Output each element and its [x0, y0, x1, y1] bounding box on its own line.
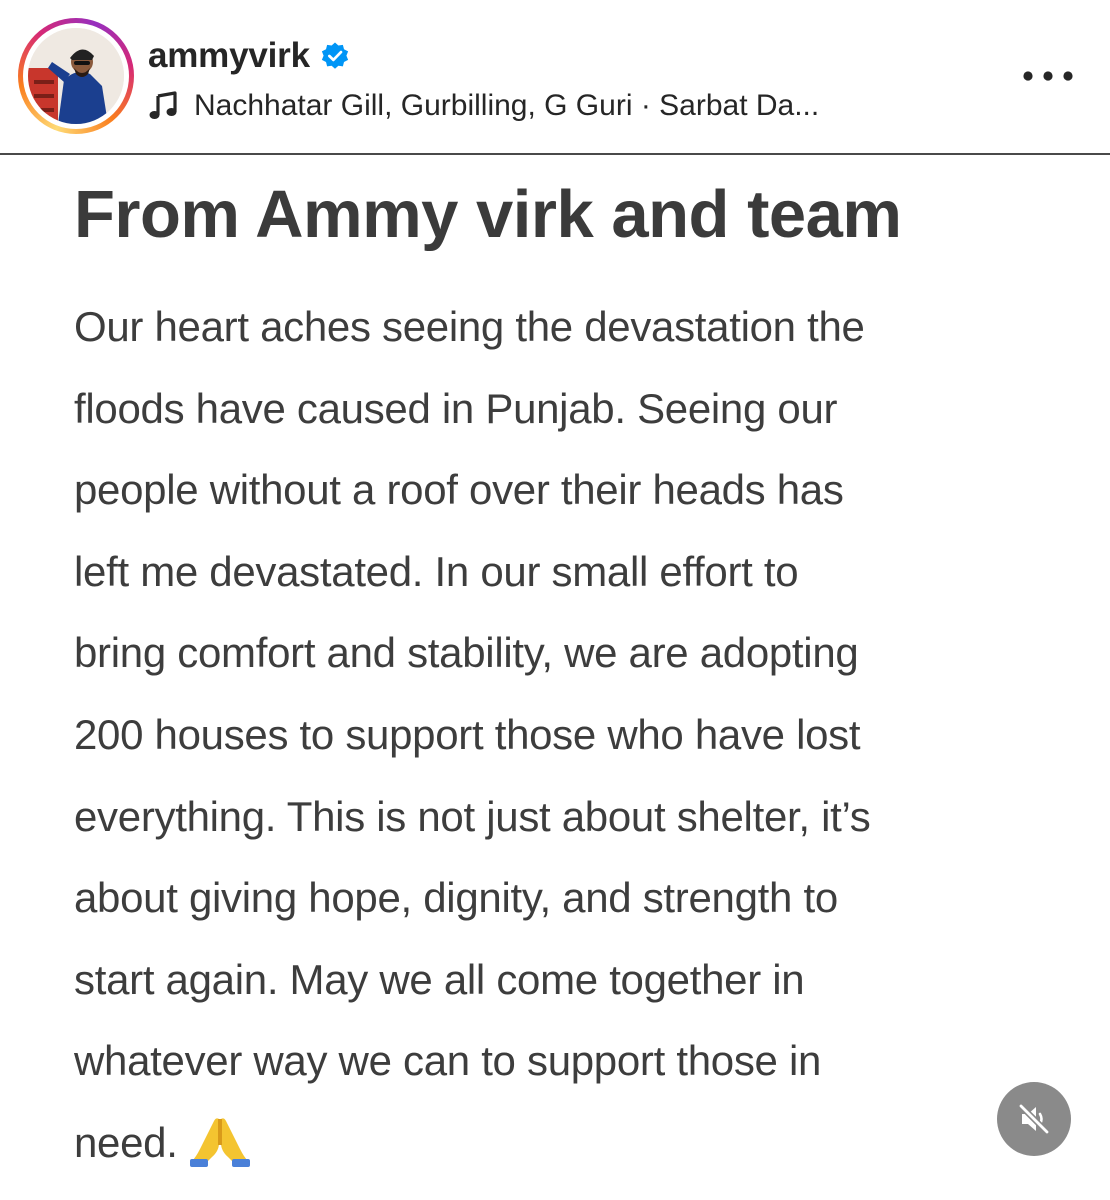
audio-track-label: Nachhatar Gill, Gurbilling, G Guri · Sar… — [194, 89, 820, 122]
story-ring[interactable] — [18, 18, 134, 134]
post-body-line: 200 houses to support those who have los… — [74, 710, 861, 758]
post-body-line: start again. May we all come together in — [74, 955, 805, 1003]
post-title: From Ammy virk and team — [74, 177, 902, 252]
instagram-post: ammyvirk Nachhatar Gill, Gurbilling, G G… — [0, 0, 1110, 1200]
post-body-line: need. — [74, 1118, 178, 1166]
audio-toggle-button[interactable] — [997, 1082, 1071, 1156]
post-body-line: floods have caused in Punjab. Seeing our — [74, 384, 838, 432]
post-body-line: whatever way we can to support those in — [74, 1037, 822, 1085]
more-dots-icon — [1023, 71, 1073, 81]
verified-badge-icon — [320, 41, 350, 71]
avatar-photo — [28, 28, 124, 124]
post-body-line: everything. This is not just about shelt… — [74, 792, 871, 840]
music-note-icon — [148, 91, 178, 121]
post-body-line: about giving hope, dignity, and strength… — [74, 874, 838, 922]
post-body: Our heart aches seeing the devastation t… — [74, 286, 1064, 1184]
avatar[interactable] — [28, 28, 124, 124]
post-body-line: people without a roof over their heads h… — [74, 466, 844, 514]
header-divider — [0, 153, 1110, 155]
post-body-line: Our heart aches seeing the devastation t… — [74, 303, 865, 350]
more-options-button[interactable] — [1018, 58, 1078, 94]
audio-track-row[interactable]: Nachhatar Gill, Gurbilling, G Guri · Sar… — [148, 86, 819, 126]
folded-hands-icon — [189, 1112, 250, 1167]
speaker-muted-icon — [1018, 1103, 1050, 1135]
username-link[interactable]: ammyvirk — [148, 36, 310, 76]
post-body-line-last: need. — [74, 1102, 1064, 1184]
username-row: ammyvirk — [148, 34, 350, 78]
post-header: ammyvirk Nachhatar Gill, Gurbilling, G G… — [0, 0, 1110, 153]
post-body-line: left me devastated. In our small effort … — [74, 547, 799, 595]
post-body-line: bring comfort and stability, we are adop… — [74, 629, 859, 677]
